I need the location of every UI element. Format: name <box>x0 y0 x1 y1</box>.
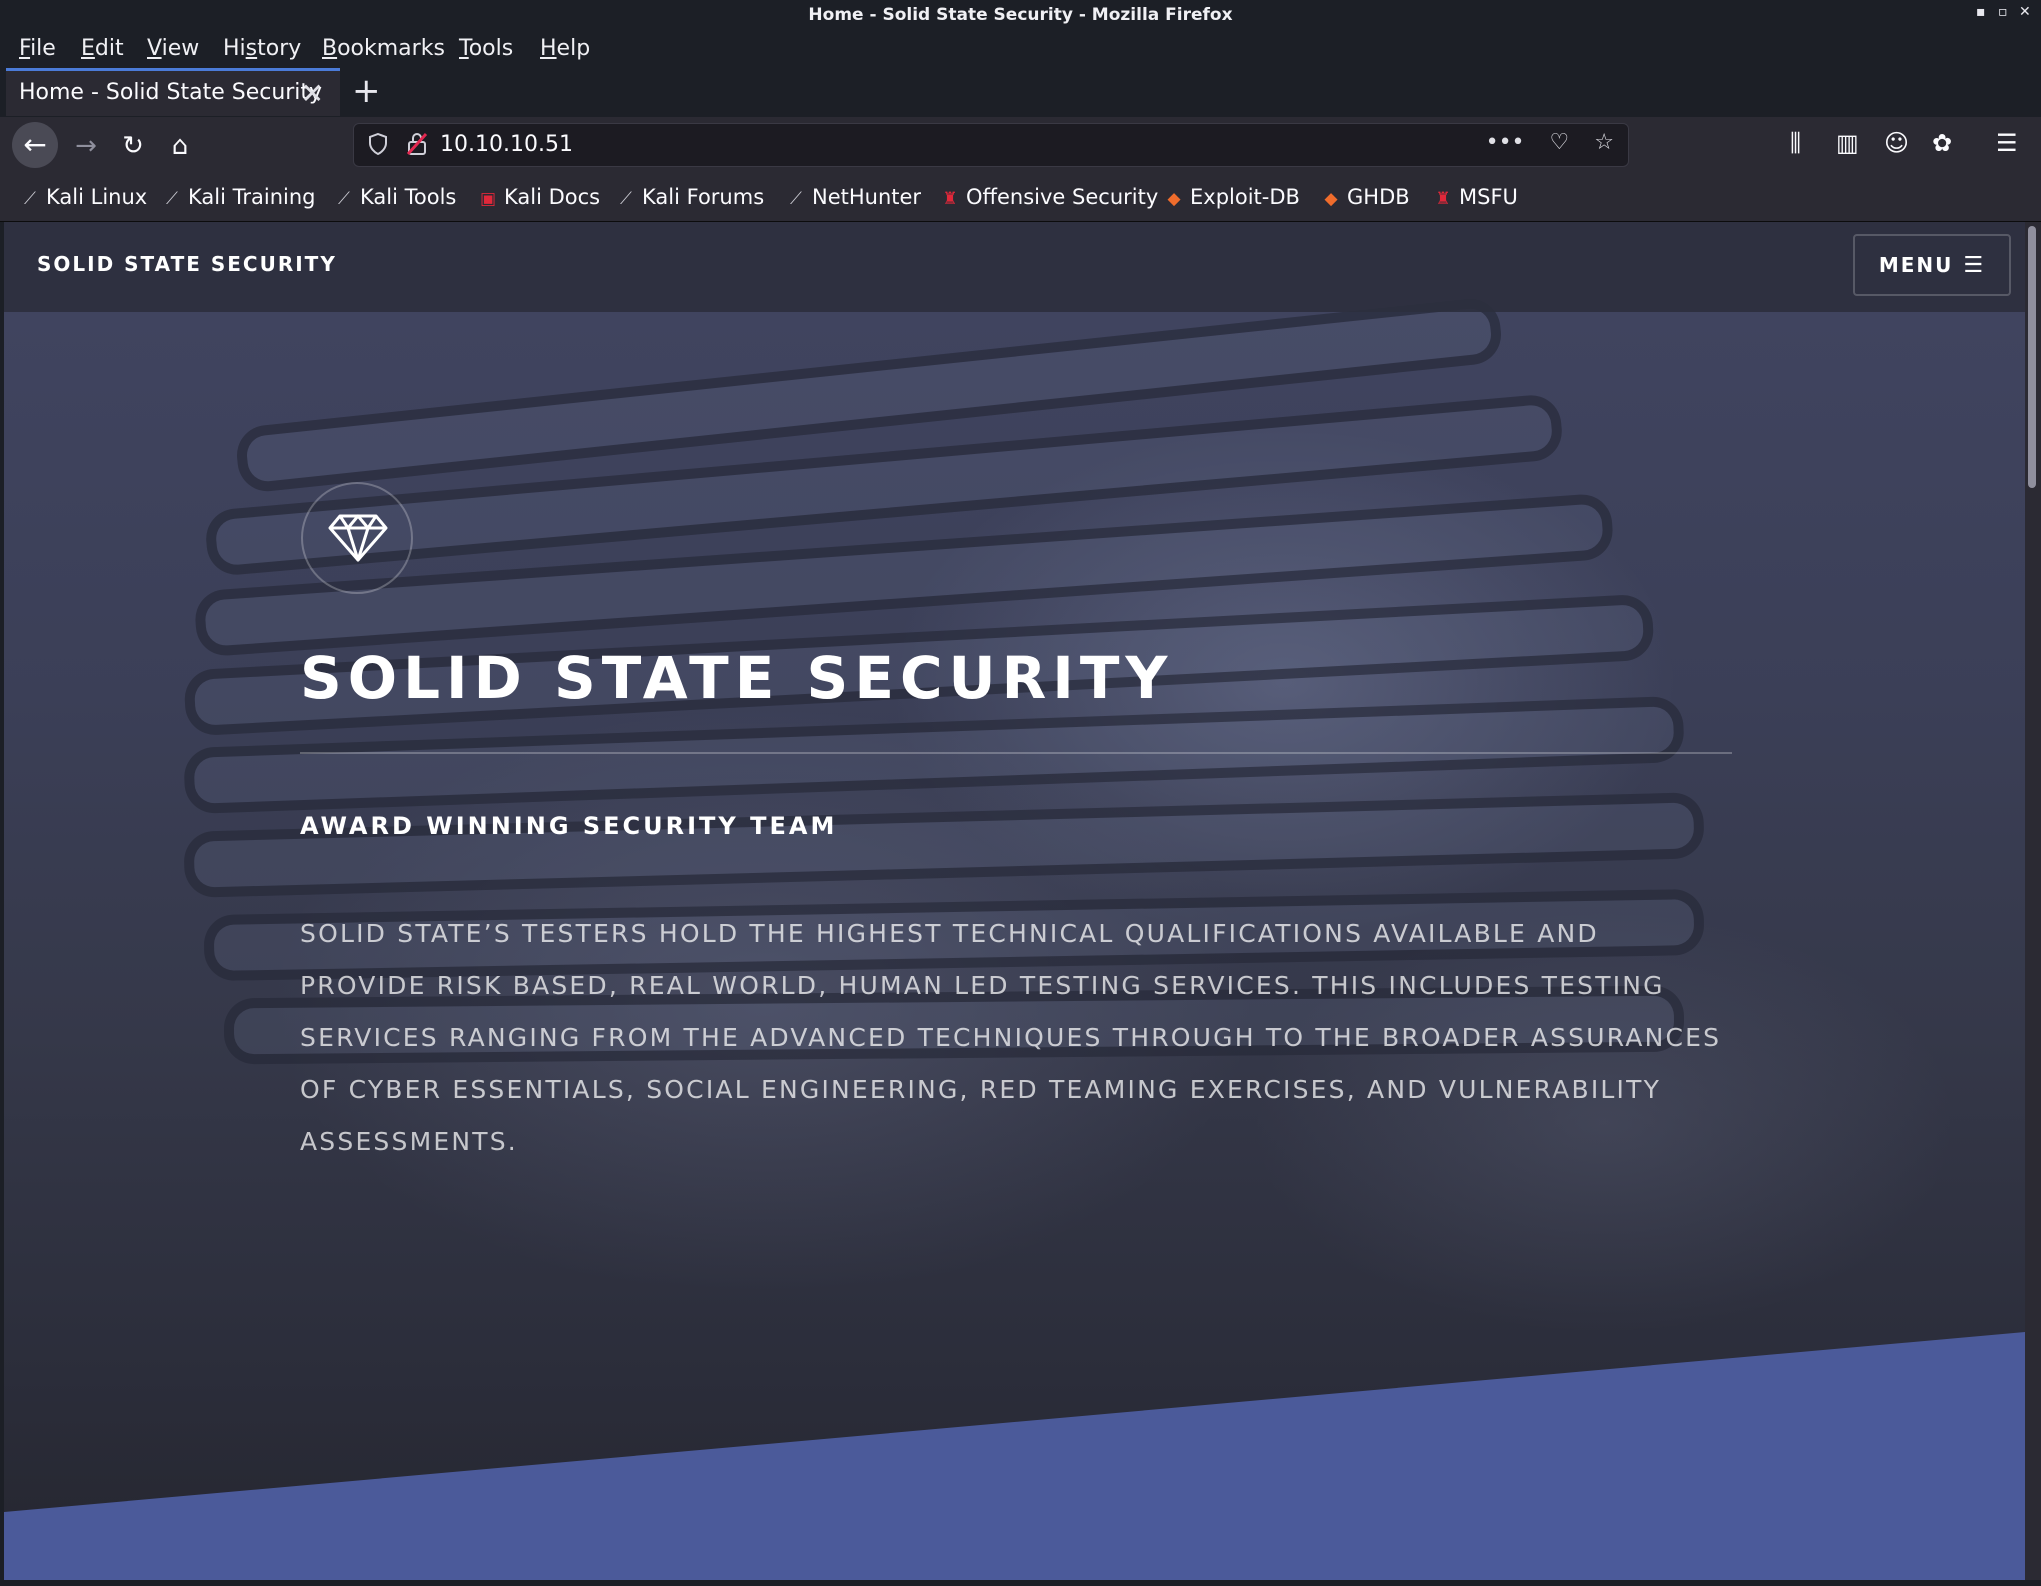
page-scrollbar[interactable] <box>2025 222 2041 1580</box>
kali-dragon-icon: ⟋ <box>24 189 36 209</box>
bookmark-kali-linux[interactable]: ⟋ Kali Linux <box>20 185 147 209</box>
exploitdb-icon: ◆ <box>1324 189 1338 209</box>
tab-home[interactable]: Home - Solid State Security ✕ <box>6 68 340 116</box>
menu-bookmarks[interactable]: Bookmarks <box>322 34 445 64</box>
home-button[interactable]: ⌂ <box>160 126 200 166</box>
forward-button[interactable]: → <box>66 126 106 166</box>
close-tab-icon[interactable]: ✕ <box>301 77 324 110</box>
bookmark-kali-docs[interactable]: ▣ Kali Docs <box>478 185 600 209</box>
bookmark-kali-training[interactable]: ⟋ Kali Training <box>162 185 315 209</box>
menu-button[interactable]: MENU ☰ <box>1853 234 2011 296</box>
extensions-icon[interactable]: ✿ <box>1932 129 1952 157</box>
bookmarks-toolbar: ⟋ Kali Linux ⟋ Kali Training ⟋ Kali Tools ▣… <box>0 175 2041 222</box>
site-brand[interactable]: SOLID STATE SECURITY <box>37 252 337 276</box>
menu-button-label: MENU <box>1878 253 1954 277</box>
kali-dragon-icon: ⟋ <box>790 189 802 209</box>
bookmark-exploit-db[interactable]: ◆ Exploit-DB <box>1164 185 1299 209</box>
tab-strip: Home - Solid State Security ✕ + <box>0 68 2041 117</box>
pocket-icon[interactable]: ♡ <box>1550 130 1570 155</box>
maximize-icon[interactable]: ▫ <box>1998 4 2008 20</box>
bookmark-offensive-security[interactable]: ♜ Offensive Security <box>940 185 1158 209</box>
kali-dragon-icon: ⟋ <box>620 189 632 209</box>
reload-button[interactable]: ↻ <box>113 126 153 166</box>
bookmark-kali-tools[interactable]: ⟋ Kali Tools <box>334 185 456 209</box>
hero-title: SOLID STATE SECURITY <box>300 644 1174 712</box>
more-actions-icon[interactable]: ••• <box>1486 130 1525 155</box>
sidebar-icon[interactable]: ▥ <box>1836 129 1859 157</box>
hero-subtitle: AWARD WINNING SECURITY TEAM <box>300 812 838 840</box>
window-titlebar: Home - Solid State Security - Mozilla Fi… <box>0 0 2041 30</box>
exploitdb-icon: ◆ <box>1167 189 1181 209</box>
tab-label: Home - Solid State Security <box>19 80 323 105</box>
hero-divider <box>300 752 1732 754</box>
scrollbar-thumb[interactable] <box>2028 226 2036 488</box>
page-actions: ••• ♡ ☆ <box>1468 130 1614 155</box>
bookmark-star-icon[interactable]: ☆ <box>1594 130 1614 155</box>
minimize-icon[interactable]: ▪ <box>1976 4 1986 20</box>
app-menu-icon[interactable]: ☰ <box>1996 129 2018 157</box>
site-header: SOLID STATE SECURITY MENU ☰ <box>4 222 2025 312</box>
new-tab-icon[interactable]: + <box>352 71 381 111</box>
bookmark-msfu[interactable]: ♜ MSFU <box>1433 185 1518 209</box>
navigation-toolbar: ← → ↻ ⌂ 10.10.10.51 ••• ♡ ☆ ⫼ ▥ ☺ ✿ ☰ <box>0 117 2041 175</box>
offsec-icon: ♜ <box>1435 189 1451 209</box>
diamond-icon <box>328 514 388 562</box>
bookmark-nethunter[interactable]: ⟋ NetHunter <box>786 185 921 209</box>
back-button[interactable]: ← <box>12 122 58 168</box>
offsec-icon: ♜ <box>942 189 958 209</box>
close-window-icon[interactable]: ✕ <box>2019 4 2031 20</box>
menu-edit[interactable]: Edit <box>81 34 124 64</box>
window-bottom-edge <box>0 1580 2041 1586</box>
url-text[interactable]: 10.10.10.51 <box>440 132 573 157</box>
bookmark-kali-forums[interactable]: ⟋ Kali Forums <box>616 185 764 209</box>
library-icon[interactable]: ⫼ <box>1790 129 1801 157</box>
url-bar[interactable]: 10.10.10.51 ••• ♡ ☆ <box>353 123 1629 167</box>
menu-tools[interactable]: Tools <box>459 34 513 64</box>
menu-history[interactable]: History <box>223 34 301 64</box>
kali-docs-icon: ▣ <box>479 189 497 209</box>
menu-bar: File Edit View History Bookmarks Tools H… <box>0 30 2041 68</box>
menu-view[interactable]: View <box>147 34 199 64</box>
kali-dragon-icon: ⟋ <box>338 189 350 209</box>
tracking-shield-icon[interactable] <box>368 132 388 160</box>
window-title: Home - Solid State Security - Mozilla Fi… <box>808 5 1233 25</box>
logo-badge <box>301 482 413 594</box>
page-viewport: SOLID STATE SECURITY MENU ☰ SOLID STATE S… <box>4 222 2025 1580</box>
bookmark-ghdb[interactable]: ◆ GHDB <box>1321 185 1409 209</box>
kali-dragon-icon: ⟋ <box>166 189 178 209</box>
account-icon[interactable]: ☺ <box>1884 129 1909 157</box>
menu-file[interactable]: File <box>19 34 56 64</box>
menu-help[interactable]: Help <box>540 34 590 64</box>
hamburger-icon: ☰ <box>1963 253 1986 278</box>
accent-wedge <box>4 1332 2025 1580</box>
insecure-lock-icon[interactable] <box>406 132 428 161</box>
hero-body-text: Solid State’s testers hold the highest t… <box>300 919 1722 1156</box>
